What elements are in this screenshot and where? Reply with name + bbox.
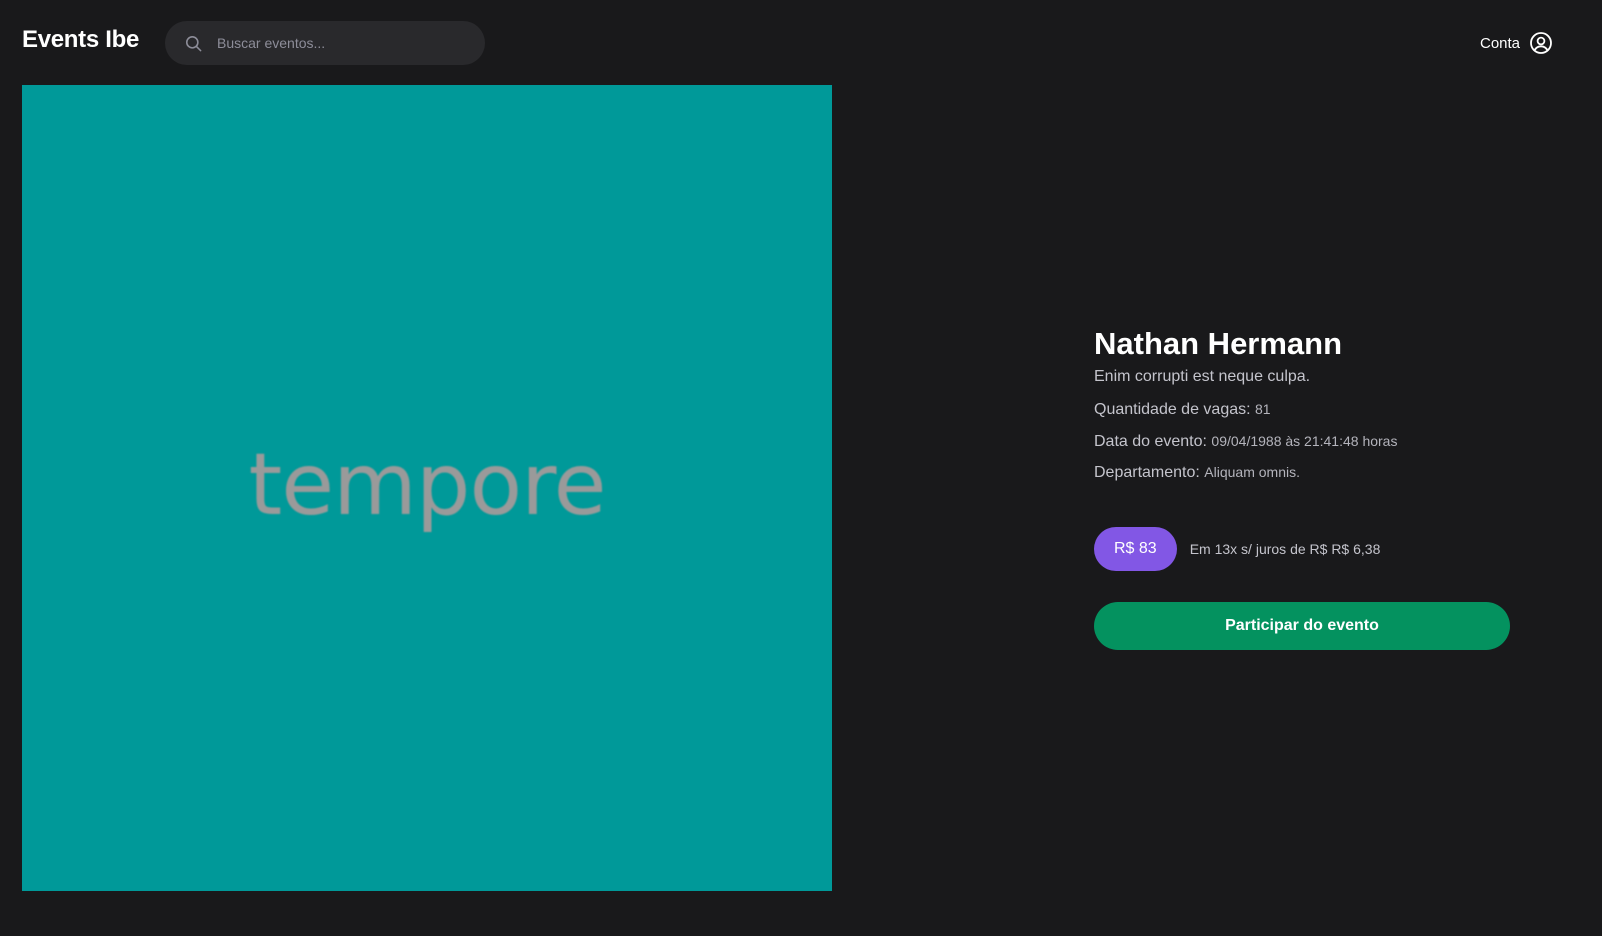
vacancies-label: Quantidade de vagas:: [1094, 401, 1251, 418]
logo[interactable]: Events Ibe: [22, 26, 139, 54]
installments-text: Em 13x s/ juros de R$ R$ 6,38: [1189, 541, 1381, 557]
event-description: Enim corrupti est neque culpa.: [1094, 368, 1311, 385]
department-value: Aliquam omnis.: [1204, 464, 1300, 480]
account-label: Conta: [1480, 34, 1521, 52]
vacancies-line: Quantidade de vagas: 81: [1094, 401, 1271, 419]
department-line: Departamento: Aliquam omnis.: [1094, 464, 1300, 482]
search-bar[interactable]: [165, 21, 485, 65]
date-label: Data do evento:: [1094, 433, 1207, 450]
event-image: tempore: [22, 85, 832, 891]
date-line: Data do evento: 09/04/1988 às 21:41:48 h…: [1094, 433, 1397, 451]
search-icon: [185, 35, 202, 52]
vacancies-value: 81: [1255, 401, 1271, 417]
user-circle-icon: [1530, 32, 1552, 54]
department-label: Departamento:: [1094, 464, 1200, 481]
price-badge: R$ 83: [1094, 527, 1177, 571]
search-input[interactable]: [217, 21, 467, 65]
join-event-button[interactable]: Participar do evento: [1094, 602, 1510, 650]
event-image-text: tempore: [248, 435, 607, 535]
account-button[interactable]: Conta: [1480, 30, 1553, 56]
header: Events Ibe Conta: [0, 0, 1602, 84]
price-row: R$ 83 Em 13x s/ juros de R$ R$ 6,38: [1094, 527, 1380, 571]
event-title: Nathan Hermann: [1094, 326, 1343, 361]
date-value: 09/04/1988 às 21:41:48 horas: [1211, 433, 1398, 449]
